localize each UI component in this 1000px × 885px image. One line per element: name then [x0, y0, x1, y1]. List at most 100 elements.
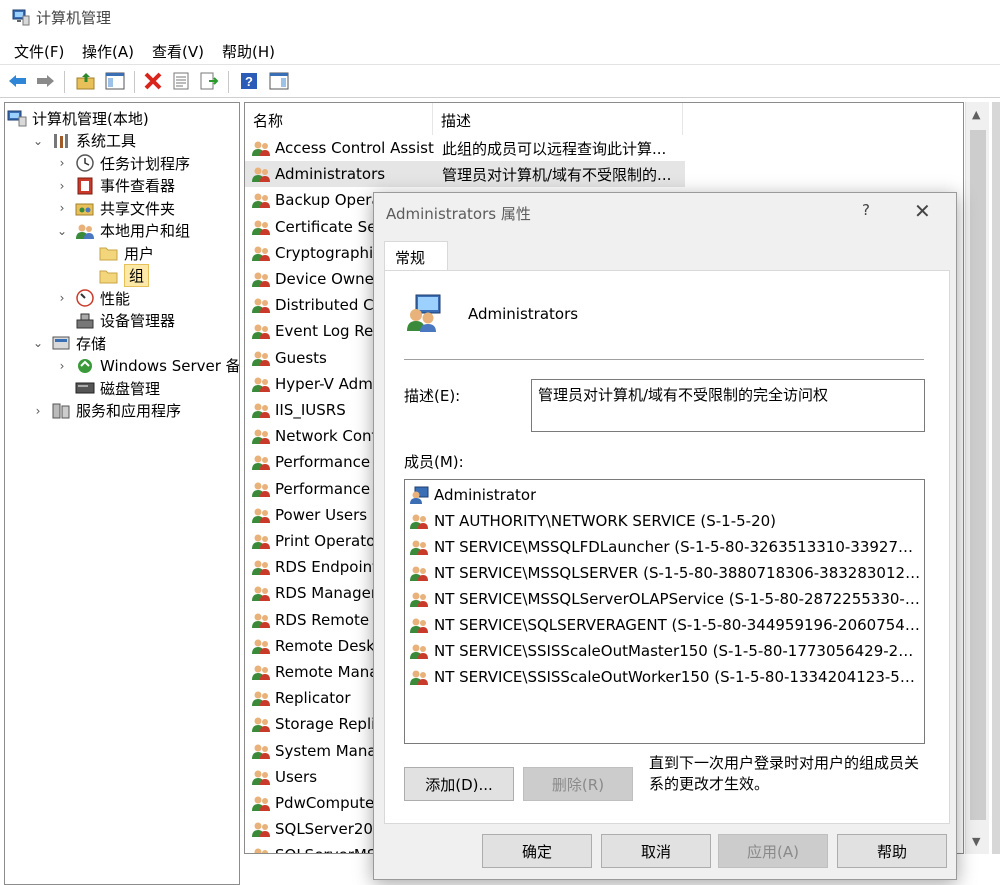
members-list[interactable]: Administrator NT AUTHORITY\NETWORK SERVIC…	[404, 479, 925, 744]
tree-item[interactable]: 用户	[79, 242, 154, 264]
chevron-right-icon[interactable]: ›	[55, 156, 69, 170]
tree-item-label: 组	[124, 264, 150, 287]
device-manager-icon	[75, 312, 95, 330]
help-button[interactable]: 帮助	[837, 834, 947, 868]
tree-item-label: 任务计划程序	[100, 154, 191, 173]
dialog-close-icon[interactable]: ✕	[914, 199, 931, 223]
group-icon	[251, 742, 271, 760]
scroll-down-icon[interactable]: ▼	[972, 835, 980, 848]
member-item[interactable]: NT AUTHORITY\NETWORK SERVICE (S-1-5-20)	[409, 508, 921, 534]
group-icon	[251, 637, 271, 655]
member-item[interactable]: NT SERVICE\SSISScaleOutMaster150 (S-1-5-…	[409, 638, 921, 664]
show-hide-tree-icon[interactable]	[104, 70, 126, 92]
tree-item[interactable]: › 共享文件夹	[55, 197, 175, 219]
tree-item[interactable]: › 事件查看器	[55, 175, 175, 197]
group-icon	[251, 663, 271, 681]
list-row-name: Administrators	[275, 165, 386, 184]
member-name: NT AUTHORITY\NETWORK SERVICE (S-1-5-20)	[434, 512, 777, 530]
group-icon	[409, 538, 429, 556]
group-icon	[251, 584, 271, 602]
list-row[interactable]: Access Control Assist... 此组的成员可以远程查询此计算..…	[245, 135, 685, 161]
chevron-right-icon[interactable]: ›	[55, 179, 69, 193]
chevron-right-icon[interactable]: ›	[55, 359, 69, 373]
chevron-down-icon[interactable]: ⌄	[31, 134, 45, 148]
tree-item[interactable]: › 服务和应用程序	[31, 400, 181, 422]
member-item[interactable]: NT SERVICE\SQLSERVERAGENT (S-1-5-80-3449…	[409, 612, 921, 638]
scroll-up-icon[interactable]: ▲	[972, 108, 980, 121]
list-row-description: 此组的成员可以远程查询此计算...	[442, 139, 667, 158]
tree-item[interactable]: ⌄ 本地用户和组	[55, 220, 190, 242]
group-icon	[251, 768, 271, 786]
menu-help[interactable]: 帮助(H)	[222, 41, 275, 62]
users-icon	[75, 222, 95, 240]
folder-icon	[99, 267, 119, 285]
tab-general[interactable]: 常规	[384, 241, 448, 271]
properties-icon[interactable]	[170, 70, 192, 92]
member-item[interactable]: NT SERVICE\MSSQLSERVER (S-1-5-80-3880718…	[409, 560, 921, 586]
tree-item[interactable]: ⌄ 系统工具	[31, 130, 136, 152]
delete-icon[interactable]	[142, 70, 164, 92]
tree-item-label: 磁盘管理	[100, 379, 161, 398]
cancel-button[interactable]: 取消	[601, 834, 711, 868]
group-icon	[251, 296, 271, 314]
description-field[interactable]: 管理员对计算机/域有不受限制的完全访问权	[531, 379, 925, 432]
tree-item[interactable]: 设备管理器	[55, 310, 175, 332]
tree-item[interactable]: › Windows Server 备份	[55, 355, 239, 377]
dialog-help-icon[interactable]: ?	[862, 201, 870, 219]
chevron-down-icon[interactable]: ⌄	[55, 224, 69, 238]
navigation-tree: 计算机管理(本地) ⌄ 系统工具 › 任务计划程序 › 事件查看器 › 共享文件夹 ⌄ 本地用户和组…	[4, 102, 240, 885]
column-header-description[interactable]: 描述	[433, 103, 683, 135]
chevron-right-icon[interactable]: ›	[55, 201, 69, 215]
add-button[interactable]: 添加(D)...	[404, 767, 514, 801]
tree-item-label: 系统工具	[76, 132, 137, 150]
list-row[interactable]: Administrators 管理员对计算机/域有不受限制的...	[245, 161, 685, 188]
help-icon[interactable]: ?	[238, 70, 260, 92]
tree-item[interactable]: 磁盘管理	[55, 377, 160, 399]
apply-button[interactable]: 应用(A)	[718, 834, 828, 868]
tree-item[interactable]: › 性能	[55, 287, 130, 309]
member-item[interactable]: NT SERVICE\MSSQLServerOLAPService (S-1-5…	[409, 586, 921, 612]
tree-item[interactable]: 计算机管理(本地)	[7, 107, 149, 129]
member-name: NT SERVICE\MSSQLFDLauncher (S-1-5-80-326…	[434, 538, 921, 556]
export-icon[interactable]	[199, 70, 221, 92]
member-item[interactable]: NT SERVICE\SSISScaleOutWorker150 (S-1-5-…	[409, 664, 921, 690]
group-icon	[251, 218, 271, 236]
back-arrow-icon[interactable]	[7, 70, 29, 92]
member-item[interactable]: Administrator	[409, 482, 921, 508]
show-action-pane-icon[interactable]	[268, 70, 290, 92]
clock-icon	[75, 154, 95, 172]
group-icon	[409, 590, 429, 608]
up-folder-icon[interactable]	[75, 70, 97, 92]
group-name: Administrators	[468, 305, 579, 323]
group-icon	[251, 715, 271, 733]
member-item[interactable]: NT SERVICE\MSSQLFDLauncher (S-1-5-80-326…	[409, 534, 921, 560]
scroll-thumb[interactable]	[970, 130, 986, 820]
forward-arrow-icon[interactable]	[34, 70, 56, 92]
chevron-right-icon[interactable]: ›	[55, 291, 69, 305]
tree-item-label: 事件查看器	[100, 177, 176, 195]
tree-item-label: 共享文件夹	[100, 199, 176, 218]
tree-item[interactable]: › 任务计划程序	[55, 152, 190, 174]
chevron-down-icon[interactable]: ⌄	[31, 336, 45, 350]
chevron-right-icon[interactable]: ›	[31, 404, 45, 418]
group-icon	[251, 322, 271, 340]
tree-item[interactable]: ⌄ 存储	[31, 332, 106, 354]
member-name: NT SERVICE\MSSQLSERVER (S-1-5-80-3880718…	[434, 564, 921, 582]
menu-file[interactable]: 文件(F)	[14, 41, 64, 62]
menu-action[interactable]: 操作(A)	[82, 41, 134, 62]
group-icon	[251, 532, 271, 550]
list-scrollbar[interactable]: ▲ ▼	[965, 102, 989, 854]
group-icon	[251, 480, 271, 498]
group-icon	[251, 427, 271, 445]
ok-button[interactable]: 确定	[482, 834, 592, 868]
column-header-name[interactable]: 名称	[245, 103, 433, 135]
menu-view[interactable]: 查看(V)	[152, 41, 204, 62]
user-icon	[409, 486, 429, 504]
remove-button[interactable]: 删除(R)	[523, 767, 633, 801]
members-label: 成员(M):	[404, 453, 464, 471]
action-pane-edge	[992, 102, 1000, 854]
tree-item[interactable]: 组	[79, 264, 150, 287]
shared-folder-icon	[75, 199, 95, 217]
group-icon	[251, 165, 271, 183]
group-icon	[407, 294, 441, 332]
